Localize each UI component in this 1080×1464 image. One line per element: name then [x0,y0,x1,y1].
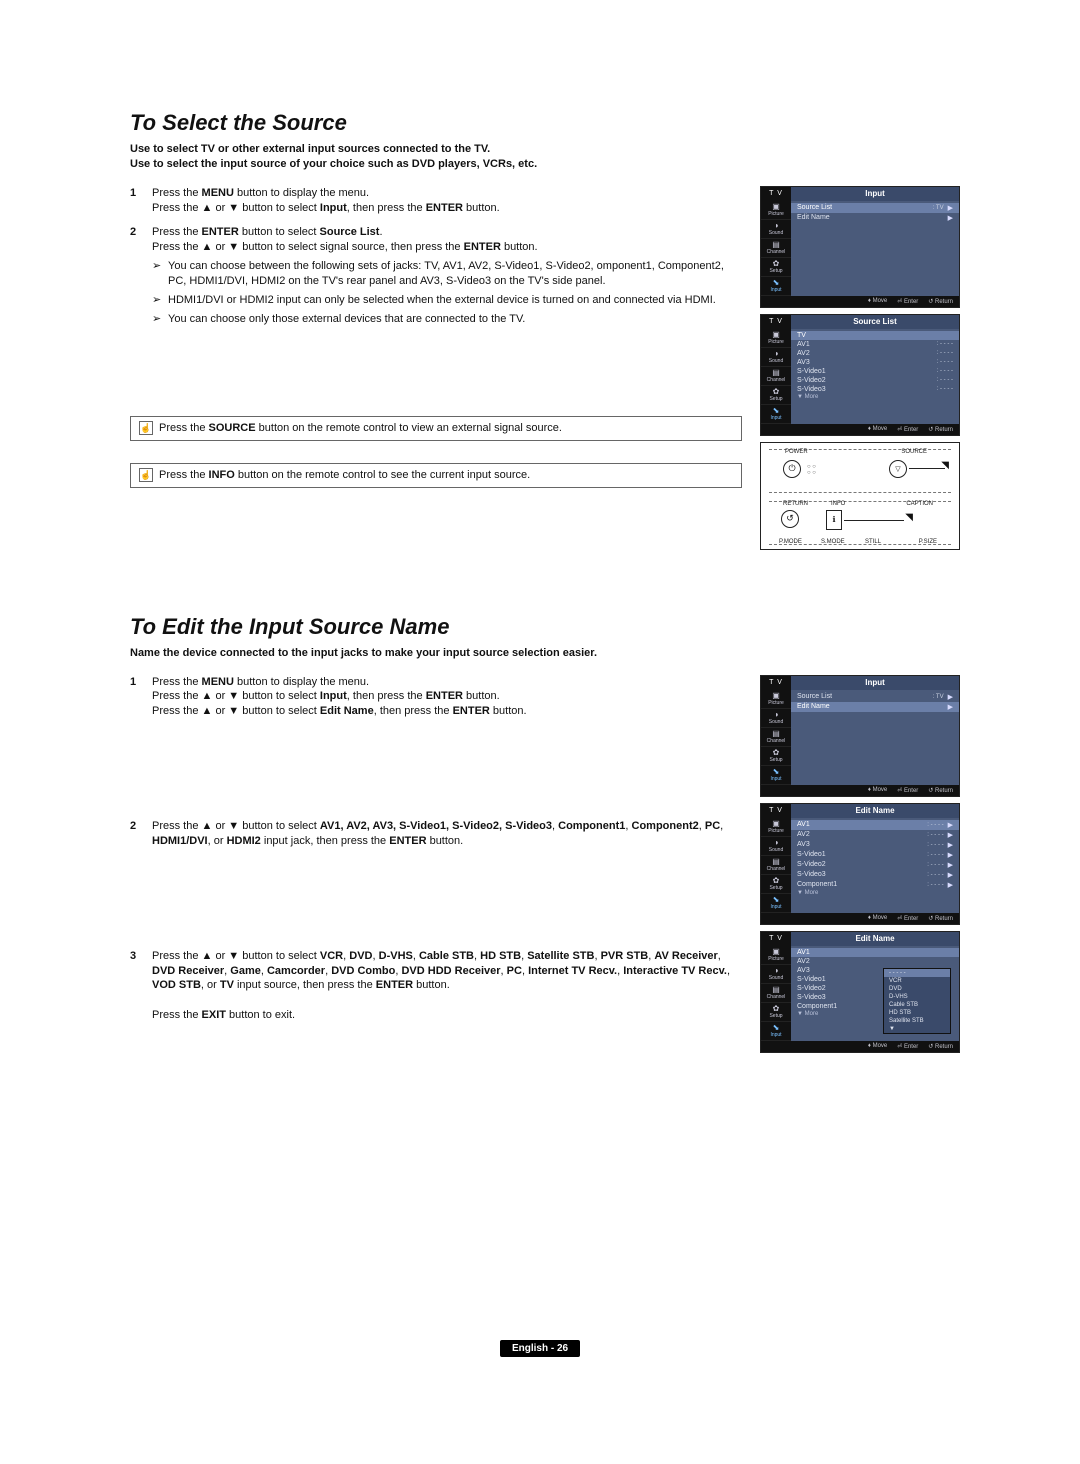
osd-row: S-Video3: - - - - [791,385,959,394]
s2-step3: Press the ▲ or ▼ button to select VCR, D… [130,949,742,1023]
osd-row: Edit Name▶ [791,702,959,712]
osd-side-input: ⬊Input [761,1022,791,1041]
page-footer: English - 26 [0,1342,1080,1354]
section2-intro: Name the device connected to the input j… [130,646,960,661]
osd-side-setup: ✿Setup [761,386,791,405]
osd-input-2: T VInput ▣Picture◑Sound▤Channel✿Setup⬊In… [760,675,960,797]
note-source: ☝ Press the SOURCE button on the remote … [130,416,742,441]
s2-step2: Press the ▲ or ▼ button to select AV1, A… [130,819,742,939]
s1-bullet1: You can choose between the following set… [152,259,742,289]
s1-bullet3: You can choose only those external devic… [152,312,742,327]
osd-side-input: ⬊Input [761,766,791,785]
osd-row: Source List: TV▶ [791,203,959,213]
osd-row: AV2 [791,957,959,966]
osd-side-input: ⬊Input [761,277,791,296]
pointer-arrow-icon: ◥ [905,512,913,523]
osd-source-list: T VSource List ▣Picture◑Sound▤Channel✿Se… [760,314,960,436]
osd-side-setup: ✿Setup [761,875,791,894]
popup-item: DVD [884,985,950,993]
osd-side-picture: ▣Picture [761,818,791,837]
section1-intro: Use to select TV or other external input… [130,142,960,172]
popup-item: D-VHS [884,993,950,1001]
osd-row: AV1: - - - - [791,340,959,349]
popup-item: Satellite STB [884,1017,950,1025]
osd-side-setup: ✿Setup [761,747,791,766]
osd-side-picture: ▣Picture [761,329,791,348]
osd-row: Edit Name▶ [791,213,959,223]
osd-side-sound: ◑Sound [761,965,791,984]
s1-step1: Press the MENU button to display the men… [130,186,742,216]
power-icon: ⏻ [783,460,801,478]
osd-side-sound: ◑Sound [761,348,791,367]
osd-row: S-Video1: - - - - [791,367,959,376]
pointer-arrow-icon: ◥ [941,460,949,471]
osd-row: Source List: TV▶ [791,692,959,702]
osd-side-picture: ▣Picture [761,201,791,220]
osd-side-input: ⬊Input [761,405,791,424]
osd-edit-name-list: T VEdit Name ▣Picture◑Sound▤Channel✿Setu… [760,803,960,925]
osd-row: AV1: - - - -▶ [791,820,959,830]
popup-item: Cable STB [884,1001,950,1009]
osd-row: AV3: - - - -▶ [791,840,959,850]
osd-row: AV2: - - - - [791,349,959,358]
osd-side-channel: ▤Channel [761,984,791,1003]
osd-row: S-Video3: - - - -▶ [791,870,959,880]
popup-item: - - - - - [884,969,950,977]
s1-step2: Press the ENTER button to select Source … [130,225,742,326]
s1-bullet2: HDMI1/DVI or HDMI2 input can only be sel… [152,293,742,308]
s2-step1: Press the MENU button to display the men… [130,675,742,810]
osd-more: ▼ More [791,890,959,896]
osd-side-setup: ✿Setup [761,258,791,277]
name-popup: - - - - -VCRDVDD-VHSCable STBHD STBSatel… [883,968,951,1034]
osd-sidebar: ▣Picture◑Sound▤Channel✿Setup⬊Input [761,201,791,296]
osd-side-picture: ▣Picture [761,690,791,709]
osd-side-sound: ◑Sound [761,837,791,856]
remote-diagram: POWER SOURCE ⏻ ○ ○○ ○ ▽ ◥ RETURN INFO CA… [760,442,960,550]
osd-row: S-Video2: - - - -▶ [791,860,959,870]
osd-input-1: T VInput ▣Picture◑Sound▤Channel✿Setup⬊In… [760,186,960,308]
osd-side-picture: ▣Picture [761,946,791,965]
osd-row: AV2: - - - -▶ [791,830,959,840]
osd-row: AV1 [791,948,959,957]
source-icon: ▽ [889,460,907,478]
section2-heading: To Edit the Input Source Name [130,614,960,640]
section1-heading: To Select the Source [130,110,960,136]
osd-row: TV [791,331,959,340]
osd-side-channel: ▤Channel [761,239,791,258]
remote-icon: ☝ [139,421,153,435]
osd-row: S-Video2: - - - - [791,376,959,385]
osd-row: Component1: - - - -▶ [791,880,959,890]
osd-more: ▼ More [791,394,959,400]
osd-row: AV3: - - - - [791,358,959,367]
osd-side-input: ⬊Input [761,894,791,913]
osd-side-sound: ◑Sound [761,220,791,239]
remote-icon: ☝ [139,468,153,482]
info-icon: ℹ [826,510,842,530]
popup-item: ▼ [884,1025,950,1033]
return-icon: ↺ [781,510,799,528]
osd-side-sound: ◑Sound [761,709,791,728]
osd-row: S-Video1: - - - -▶ [791,850,959,860]
osd-side-channel: ▤Channel [761,367,791,386]
osd-side-channel: ▤Channel [761,728,791,747]
popup-item: HD STB [884,1009,950,1017]
osd-edit-name-popup: T VEdit Name ▣Picture◑Sound▤Channel✿Setu… [760,931,960,1053]
osd-side-channel: ▤Channel [761,856,791,875]
note-info: ☝ Press the INFO button on the remote co… [130,463,742,488]
osd-side-setup: ✿Setup [761,1003,791,1022]
popup-item: VCR [884,977,950,985]
